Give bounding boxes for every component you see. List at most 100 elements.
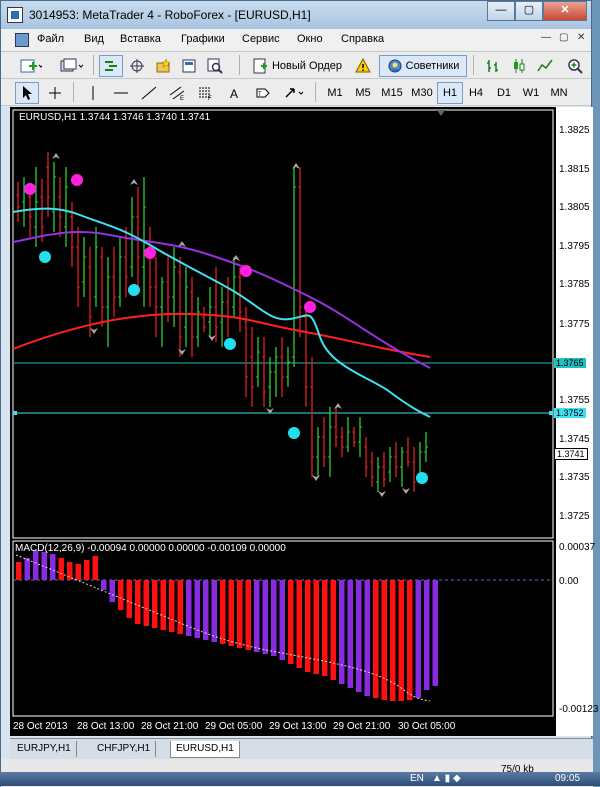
- fractal-up-arrow: [334, 403, 342, 409]
- trendline-icon: [141, 86, 157, 100]
- market-watch-button[interactable]: [99, 55, 123, 77]
- maximize-button[interactable]: ▢: [515, 1, 543, 21]
- menu-help[interactable]: Справка: [341, 33, 384, 45]
- tab-eurjpy[interactable]: EURJPY,H1: [12, 741, 77, 757]
- mdi-restore-button[interactable]: ▢: [559, 32, 568, 43]
- timeframe-m1-button[interactable]: M1: [321, 82, 349, 104]
- vertical-line-button[interactable]: [81, 82, 105, 104]
- new-chart-icon: [20, 59, 42, 73]
- mdi-minimize-button[interactable]: —: [541, 32, 551, 43]
- fractal-up-arrow: [178, 241, 186, 247]
- fractal-down-arrow: [312, 475, 320, 481]
- folder-star-icon: [156, 58, 171, 73]
- profiles-button[interactable]: [55, 55, 87, 77]
- price-label: 1.3815: [559, 164, 590, 175]
- menu-window[interactable]: Окно: [297, 33, 323, 45]
- expert-advisors-label: Советники: [405, 60, 460, 72]
- line-chart-button[interactable]: [533, 55, 557, 77]
- tray-icons[interactable]: ▲ ▮ ◆: [432, 773, 461, 784]
- new-chart-button[interactable]: [15, 55, 47, 77]
- menu-charts[interactable]: Графики: [181, 33, 225, 45]
- timeframe-h4-button[interactable]: H4: [463, 82, 489, 104]
- zoom-in-icon: [568, 59, 583, 74]
- fractal-up-arrow: [130, 179, 138, 185]
- menu-view[interactable]: Вид: [84, 33, 104, 45]
- text-tool-button[interactable]: A: [223, 82, 247, 104]
- language-indicator[interactable]: EN: [410, 773, 424, 784]
- menu-tools[interactable]: Сервис: [242, 33, 280, 45]
- fractal-up-arrow: [52, 153, 60, 159]
- app-icon: [7, 7, 23, 23]
- magnifier-icon: [207, 58, 223, 74]
- timeframe-m15-button[interactable]: M15: [377, 82, 407, 104]
- macd-histogram-bar: [254, 580, 260, 652]
- alert-button[interactable]: [351, 55, 375, 77]
- tab-eurusd[interactable]: EURUSD,H1: [170, 741, 240, 758]
- chart-shift-marker[interactable]: [437, 110, 445, 116]
- macd-histogram-bar: [33, 550, 39, 580]
- chart-window-icon[interactable]: [15, 33, 29, 47]
- time-label: 29 Oct 05:00: [205, 721, 263, 732]
- macd-histogram-bar: [92, 556, 98, 580]
- crosshair-icon: [130, 59, 144, 73]
- price-label: 1.3775: [559, 319, 590, 330]
- fibonacci-button[interactable]: F: [193, 82, 217, 104]
- data-window-button[interactable]: [125, 55, 149, 77]
- macd-histogram-bar: [381, 580, 387, 700]
- label-icon: T: [256, 88, 270, 98]
- timeframe-m30-button[interactable]: M30: [407, 82, 437, 104]
- mdi-close-button[interactable]: ✕: [577, 32, 585, 43]
- horizontal-line-button[interactable]: [109, 82, 133, 104]
- macd-histogram-bar: [296, 580, 302, 668]
- minimize-button[interactable]: —: [487, 1, 515, 21]
- svg-text:A: A: [230, 87, 238, 101]
- timeframe-m5-button[interactable]: M5: [349, 82, 377, 104]
- close-button[interactable]: ✕: [543, 1, 587, 21]
- macd-level-label: -0.00123: [559, 704, 599, 715]
- channel-icon: E: [169, 86, 185, 101]
- chart-info-label: EURUSD,H1 1.3744 1.3746 1.3740 1.3741: [19, 112, 211, 123]
- macd-histogram-bar: [339, 580, 345, 684]
- crosshair-tool-button[interactable]: [43, 82, 67, 104]
- tab-chfjpy[interactable]: CHFJPY,H1: [92, 741, 157, 757]
- macd-histogram-bar: [220, 580, 226, 644]
- price-label: 1.3745: [559, 434, 590, 445]
- bid-price-tag: 1.3741: [554, 448, 588, 460]
- macd-histogram-bar: [203, 580, 209, 640]
- profiles-icon: [60, 58, 83, 72]
- new-order-button[interactable]: Новый Ордер: [246, 55, 348, 77]
- price-chart-area[interactable]: [10, 107, 556, 736]
- menu-file[interactable]: Файл: [37, 33, 64, 45]
- cursor-tool-button[interactable]: [15, 82, 39, 104]
- macd-histogram-bar: [356, 580, 362, 692]
- label-tool-button[interactable]: T: [251, 82, 275, 104]
- candlestick-chart-button[interactable]: [507, 55, 531, 77]
- terminal-button[interactable]: [177, 55, 201, 77]
- price-label: 1.3805: [559, 202, 590, 213]
- timeframe-w1-button[interactable]: W1: [518, 82, 544, 104]
- timeframe-d1-button[interactable]: D1: [491, 82, 517, 104]
- macd-histogram-bar: [288, 580, 294, 664]
- level-handle-left[interactable]: [13, 411, 17, 415]
- arrows-tool-button[interactable]: [279, 82, 311, 104]
- timeframe-h1-button[interactable]: H1: [437, 82, 463, 104]
- arrows-icon: [285, 88, 304, 98]
- menu-insert[interactable]: Вставка: [120, 33, 161, 45]
- clock[interactable]: 09:05: [555, 773, 580, 784]
- strategy-tester-button[interactable]: [203, 55, 227, 77]
- macd-histogram-bar: [118, 580, 124, 610]
- bar-chart-button[interactable]: [481, 55, 505, 77]
- equidistant-channel-button[interactable]: E: [165, 82, 189, 104]
- trendline-button[interactable]: [137, 82, 161, 104]
- signal-dot-magenta: [71, 174, 83, 186]
- price-label: 1.3795: [559, 241, 590, 252]
- macd-histogram-bar: [84, 560, 90, 580]
- navigator-button[interactable]: [151, 55, 175, 77]
- macd-histogram-bar: [16, 562, 22, 580]
- zoom-in-button[interactable]: [563, 55, 587, 77]
- timeframe-mn-button[interactable]: MN: [546, 82, 572, 104]
- expert-advisors-button[interactable]: Советники: [379, 55, 467, 77]
- signal-dot-cyan: [224, 338, 236, 350]
- level-handle-right[interactable]: [549, 411, 553, 415]
- time-label: 28 Oct 21:00: [141, 721, 199, 732]
